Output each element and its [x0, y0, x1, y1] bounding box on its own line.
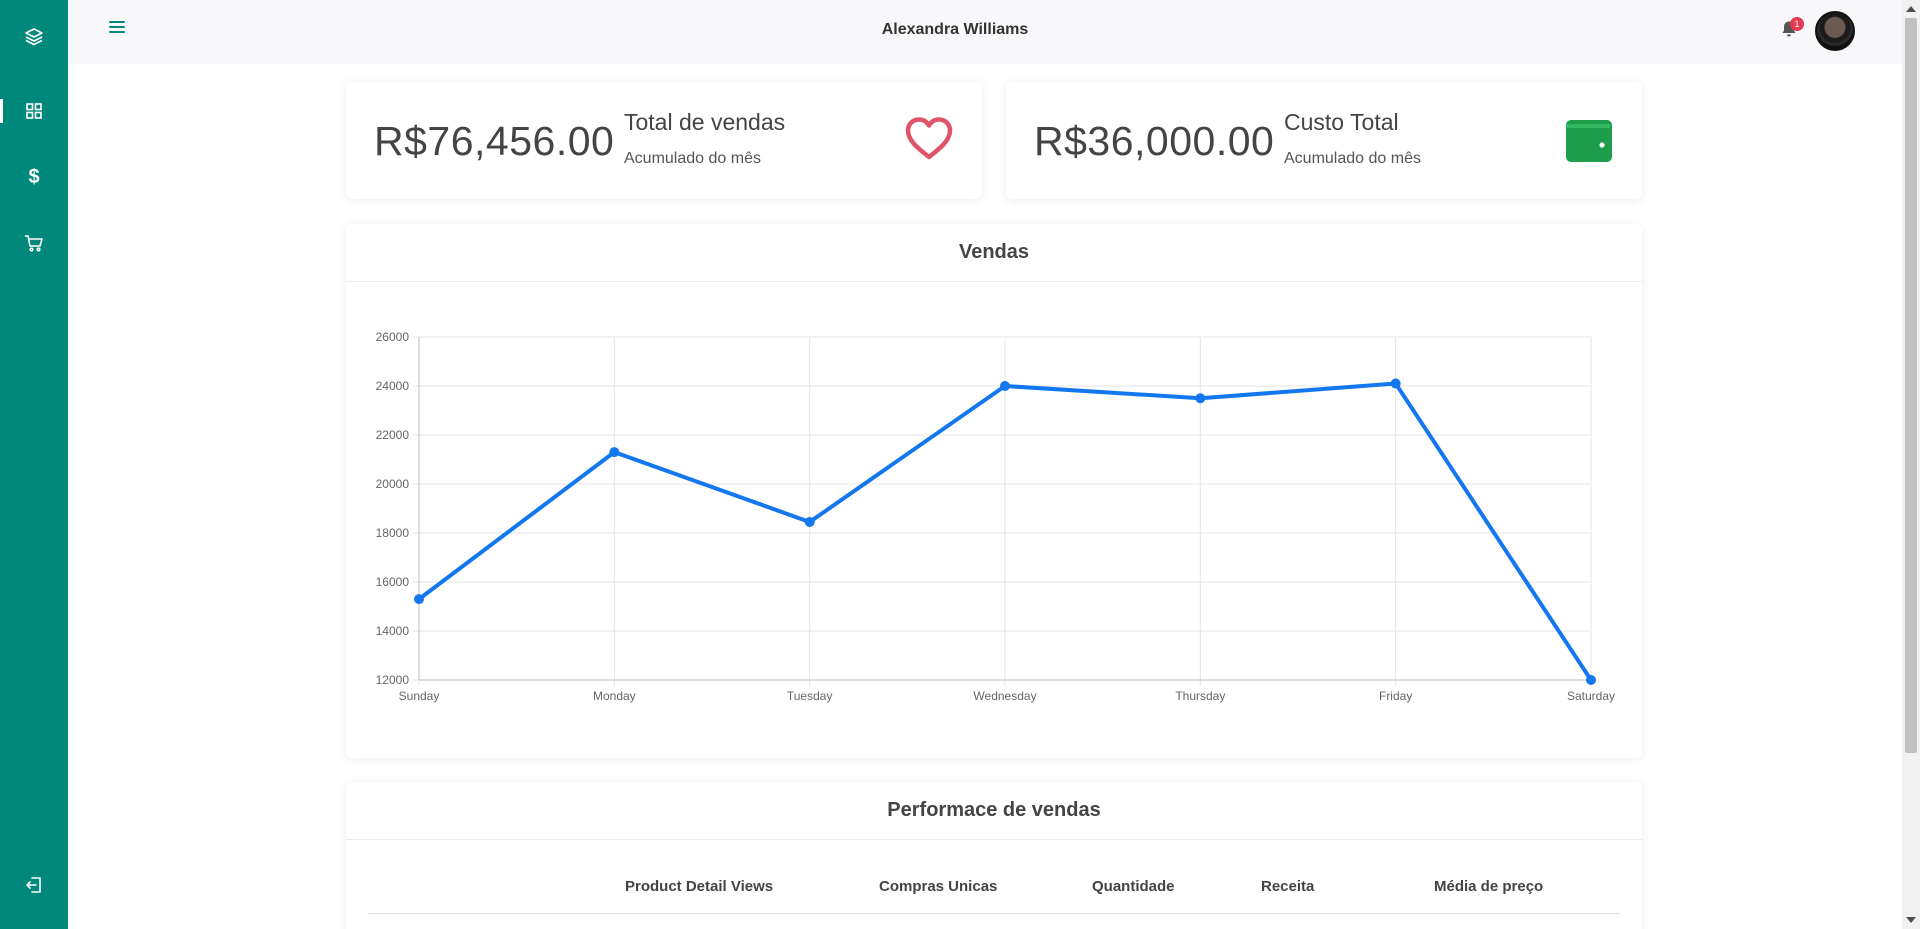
x-tick-label: Saturday	[1567, 689, 1615, 703]
data-point	[1195, 393, 1206, 404]
sidebar: $	[0, 0, 68, 929]
sidebar-item-finance[interactable]: $	[0, 157, 68, 197]
data-point	[609, 447, 620, 458]
topbar: Alexandra Williams 1	[68, 0, 1902, 64]
grid-icon	[25, 102, 43, 120]
notification-badge: 1	[1790, 17, 1804, 31]
scroll-down-arrow[interactable]	[1906, 917, 1916, 923]
y-tick-label: 24000	[376, 379, 410, 393]
stat-title: Custo Total	[1284, 109, 1399, 135]
stat-card-sales: R$76,456.00 Total de vendas Acumulado do…	[346, 82, 982, 199]
stat-subtitle: Acumulado do mês	[1284, 150, 1421, 167]
layers-icon	[24, 27, 44, 47]
page-scrollbar[interactable]	[1902, 0, 1920, 929]
x-tick-label: Wednesday	[973, 689, 1036, 703]
cart-icon	[24, 233, 44, 253]
dollar-icon: $	[28, 165, 40, 188]
column-header[interactable]: Média de preço	[1434, 878, 1543, 895]
data-point	[1586, 675, 1596, 685]
sidebar-item-shop[interactable]	[0, 223, 68, 263]
logout-icon	[24, 875, 44, 895]
sales-chart-card: Vendas 12000 14000 16000 18000 20000 22000 240…	[346, 224, 1642, 758]
x-tick-label: Friday	[1379, 689, 1412, 703]
avatar[interactable]	[1815, 11, 1855, 51]
sidebar-logo[interactable]	[0, 17, 68, 57]
x-tick-label: Sunday	[399, 689, 440, 703]
stat-subtitle: Acumulado do mês	[624, 150, 761, 167]
data-point	[414, 594, 424, 605]
x-tick-label: Thursday	[1175, 689, 1225, 703]
user-name: Alexandra Williams	[881, 21, 1029, 38]
data-point	[1000, 381, 1010, 391]
data-point	[804, 516, 815, 527]
y-tick-label: 16000	[376, 575, 410, 589]
x-tick-label: Monday	[593, 689, 636, 703]
y-tick-label: 18000	[376, 526, 410, 540]
performance-card: Performace de vendas Product Detail View…	[346, 782, 1642, 929]
performance-table-header: Product Detail Views Compras Unicas Quan…	[368, 866, 1620, 914]
y-tick-label: 20000	[376, 477, 410, 491]
logout-button[interactable]	[0, 865, 68, 905]
sidebar-item-dashboard[interactable]	[0, 91, 68, 131]
sales-line-chart: 12000 14000 16000 18000 20000 22000 24000 26000…	[376, 330, 1615, 703]
scroll-up-arrow[interactable]	[1906, 6, 1916, 12]
column-header[interactable]: Receita	[1261, 878, 1314, 895]
performance-title: Performace de vendas	[346, 782, 1642, 840]
column-header[interactable]: Compras Unicas	[879, 878, 997, 895]
stat-value: R$76,456.00	[374, 118, 615, 164]
y-tick-label: 14000	[376, 624, 410, 638]
stat-value: R$36,000.00	[1034, 118, 1275, 164]
y-tick-label: 22000	[376, 428, 410, 442]
stat-card-cost: R$36,000.00 Custo Total Acumulado do mês	[1006, 82, 1642, 199]
data-point	[1390, 378, 1401, 389]
wallet-icon	[1564, 118, 1614, 169]
heart-icon	[904, 116, 954, 167]
x-tick-label: Tuesday	[787, 689, 833, 703]
scroll-thumb[interactable]	[1905, 18, 1917, 753]
y-tick-label: 12000	[376, 673, 410, 687]
y-tick-label: 26000	[376, 330, 410, 344]
sales-chart-title: Vendas	[346, 224, 1642, 282]
stat-title: Total de vendas	[624, 109, 786, 135]
column-header[interactable]: Product Detail Views	[625, 878, 773, 895]
column-header[interactable]: Quantidade	[1092, 878, 1175, 895]
